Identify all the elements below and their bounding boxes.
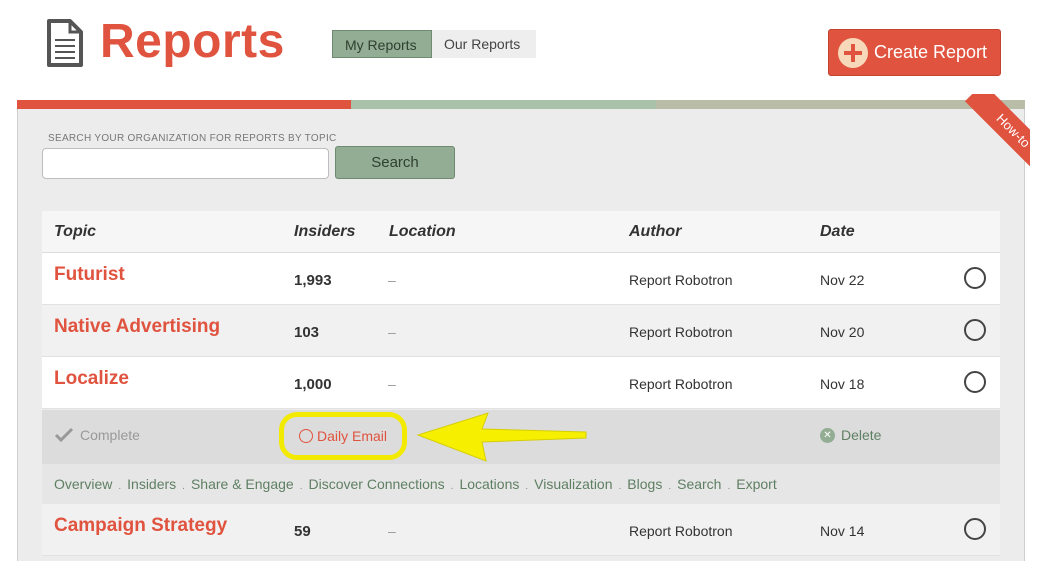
col-author: Author	[629, 223, 682, 240]
document-icon	[46, 18, 84, 73]
author-value: Report Robotron	[629, 324, 733, 340]
table-row[interactable]: Localize 1,000 – Report Robotron Nov 18	[42, 357, 1000, 409]
date-value: Nov 22	[820, 272, 865, 288]
checkmark-icon	[54, 427, 74, 443]
radio-circle-icon[interactable]	[964, 518, 986, 540]
tab-my-reports[interactable]: My Reports	[332, 30, 432, 58]
location-value: –	[388, 272, 396, 288]
table-row[interactable]: Futurist 1,993 – Report Robotron Nov 22	[42, 253, 1000, 305]
daily-email-toggle[interactable]: Daily Email	[279, 412, 407, 460]
report-tabs: My Reports Our Reports	[332, 30, 536, 58]
subnav-blogs[interactable]: Blogs	[627, 476, 662, 492]
col-insiders: Insiders	[294, 223, 356, 240]
insiders-count: 59	[294, 523, 311, 540]
howto-ribbon[interactable]: How-to	[940, 94, 1030, 184]
annotation-arrow	[410, 407, 590, 470]
color-bar-red	[17, 100, 351, 109]
subnav-locations[interactable]: Locations	[459, 476, 519, 492]
radio-circle-icon[interactable]	[964, 319, 986, 341]
circle-icon	[298, 429, 313, 443]
subnav-discover-connections[interactable]: Discover Connections	[308, 476, 444, 492]
reports-table-continued: Campaign Strategy 59 – Report Robotron N…	[42, 504, 1000, 556]
insiders-count: 103	[294, 324, 320, 341]
color-bar-green	[351, 100, 656, 109]
insiders-count: 1,000	[294, 376, 332, 393]
location-value: –	[388, 523, 396, 539]
search-input[interactable]	[42, 148, 329, 179]
insiders-count: 1,993	[294, 272, 332, 289]
plus-circle-icon	[838, 37, 868, 68]
radio-circle-icon[interactable]	[964, 267, 986, 289]
subnav-share-engage[interactable]: Share & Engage	[191, 476, 294, 492]
col-location: Location	[389, 223, 456, 240]
tab-our-reports[interactable]: Our Reports	[432, 30, 536, 58]
subnav-export[interactable]: Export	[736, 476, 776, 492]
location-value: –	[388, 376, 396, 392]
daily-email-label[interactable]: Daily Email	[317, 428, 387, 444]
author-value: Report Robotron	[629, 376, 733, 392]
create-report-button[interactable]: Create Report	[828, 29, 1001, 76]
date-value: Nov 18	[820, 376, 865, 392]
date-value: Nov 14	[820, 523, 865, 539]
complete-label: Complete	[80, 427, 140, 443]
table-header: Topic Insiders Location Author Date	[42, 211, 1000, 253]
author-value: Report Robotron	[629, 523, 733, 539]
create-report-label: Create Report	[874, 42, 988, 62]
howto-label[interactable]: How-to	[964, 94, 1030, 180]
table-row[interactable]: Campaign Strategy 59 – Report Robotron N…	[42, 504, 1000, 556]
page-title: Reports	[100, 15, 285, 68]
delete-button[interactable]: ✕ Delete	[820, 427, 881, 443]
topic-link[interactable]: Localize	[54, 368, 129, 390]
topic-link[interactable]: Campaign Strategy	[54, 515, 227, 537]
subnav-overview[interactable]: Overview	[54, 476, 112, 492]
table-row[interactable]: Native Advertising 103 – Report Robotron…	[42, 305, 1000, 357]
delete-label[interactable]: Delete	[841, 427, 881, 443]
subnav-visualization[interactable]: Visualization	[534, 476, 612, 492]
col-date: Date	[820, 223, 855, 240]
location-value: –	[388, 324, 396, 340]
complete-status: Complete	[54, 427, 140, 443]
topic-link[interactable]: Native Advertising	[54, 316, 220, 338]
report-subnav: Overview. Insiders. Share & Engage. Discove…	[42, 464, 1000, 504]
date-value: Nov 20	[820, 324, 865, 340]
subnav-search[interactable]: Search	[677, 476, 721, 492]
x-circle-icon: ✕	[820, 427, 835, 443]
topic-link[interactable]: Futurist	[54, 264, 125, 286]
col-topic: Topic	[54, 223, 97, 240]
reports-table: Topic Insiders Location Author Date Futu…	[42, 211, 1000, 409]
radio-circle-icon[interactable]	[964, 371, 986, 393]
search-button[interactable]: Search	[335, 146, 455, 179]
search-label: SEARCH YOUR ORGANIZATION FOR REPORTS BY …	[48, 133, 337, 144]
author-value: Report Robotron	[629, 272, 733, 288]
subnav-insiders[interactable]: Insiders	[127, 476, 176, 492]
